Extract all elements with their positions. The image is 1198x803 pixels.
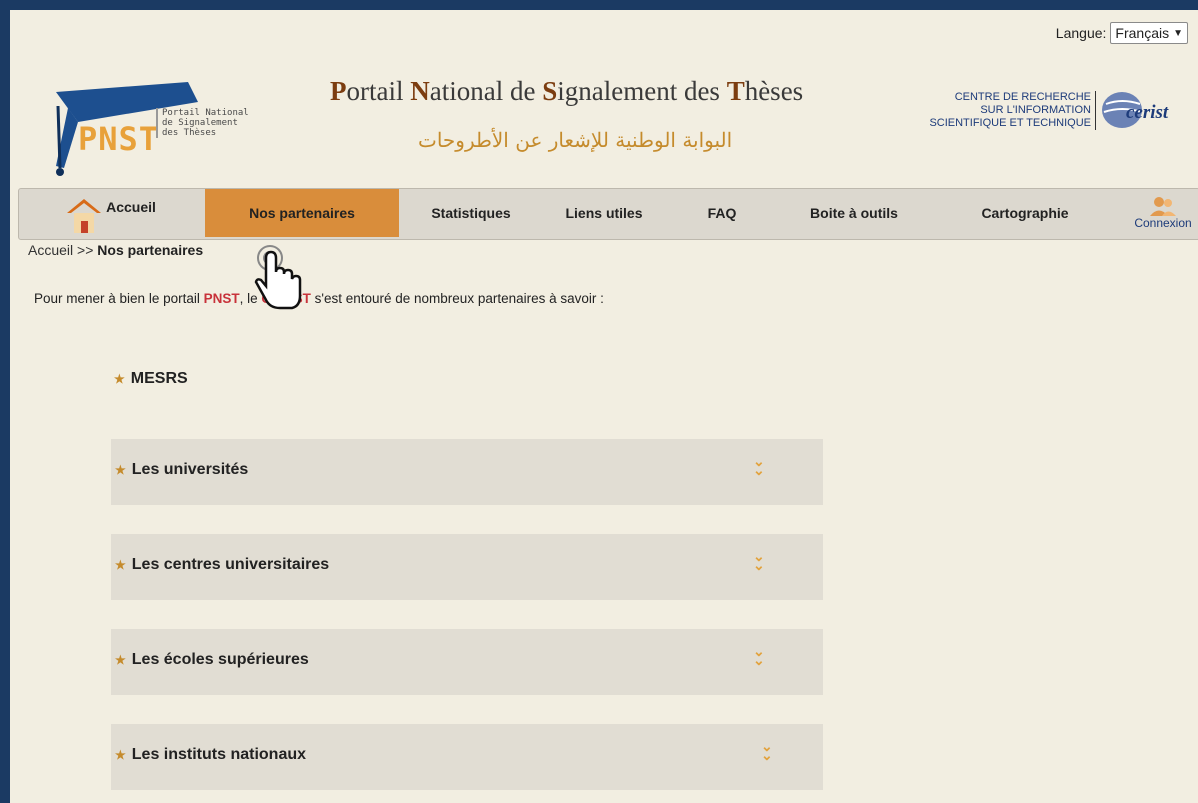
title-part-1: ortail [346,76,411,106]
cerist-logo[interactable]: CENTRE DE RECHERCHE SUR L'INFORMATION SC… [929,90,1180,130]
nav-label-cartographie: Cartographie [981,205,1069,221]
connexion-label: Connexion [1134,216,1192,230]
section-label: ★ Les universités [115,461,248,479]
pnst-logo[interactable]: PNST Portail National de Signalement des… [38,68,268,178]
nav-item-cartographie[interactable]: Cartographie [951,189,1099,237]
title-part-4: hèses [744,76,804,106]
section-label: ★ Les écoles supérieures [115,651,309,669]
partner-section-universites[interactable]: ★ Les universités ⌄ ⌄ [111,439,823,505]
expand-icon[interactable]: ⌄ ⌄ [753,454,765,477]
cerist-name: CENTRE DE RECHERCHE SUR L'INFORMATION SC… [929,90,1096,130]
title-part-2: ational de [429,76,543,106]
section-label-text: Les écoles supérieures [131,651,309,668]
star-icon: ★ [115,748,126,762]
cerist-line-1: CENTRE DE RECHERCHE [954,90,1091,103]
nav-item-liens-utiles[interactable]: Liens utiles [539,189,669,237]
expand-icon[interactable]: ⌄ ⌄ [761,739,773,762]
logo-subtitle: Portail National de Signalement des Thès… [156,108,249,138]
partner-section-instituts-nationaux[interactable]: ★ Les instituts nationaux ⌄ ⌄ [111,724,823,790]
partner-section-ecoles-superieures[interactable]: ★ Les écoles supérieures ⌄ ⌄ [111,629,823,695]
nav-item-boite-a-outils[interactable]: Boite à outils [779,189,929,237]
chevron-down-icon: ▼ [1173,27,1183,39]
logo-sub-line-3: des Thèses [162,128,217,138]
cerist-emblem: cerist [1100,90,1180,130]
title-cap-1: P [330,76,347,106]
intro-pre: Pour mener à bien le portail [34,291,204,306]
nav-item-faq[interactable]: FAQ [687,189,757,237]
title-cap-2: N [410,76,430,106]
page: Langue: Français ▼ PNST Portail National… [10,10,1198,803]
section-label-text: Les centres universitaires [131,556,330,573]
nav-label-statistiques: Statistiques [431,205,511,221]
star-icon: ★ [114,372,125,386]
title-part-3: ignalement des [557,76,727,106]
logo-sub-line-2: de Signalement [162,118,238,128]
language-dropdown[interactable]: Français ▼ [1110,22,1188,44]
language-value: Français [1115,25,1170,41]
connexion-button[interactable]: Connexion [1127,189,1198,237]
section-label-text: Les universités [131,461,249,478]
section-label: ★ Les instituts nationaux [115,746,306,764]
nav-label-faq: FAQ [707,205,737,221]
breadcrumb-separator: >> [77,242,94,258]
nav-item-accueil[interactable]: Accueil [19,189,203,237]
nav-label-nos-partenaires: Nos partenaires [249,205,355,221]
hand-cursor-icon [254,245,302,310]
section-label-text: Les instituts nationaux [131,746,307,763]
cerist-line-2: SUR L'INFORMATION [980,103,1091,116]
title-cap-3: S [542,76,558,106]
users-icon [1150,197,1176,216]
cerist-wordmark: cerist [1126,102,1169,123]
breadcrumb-home-link[interactable]: Accueil [28,242,73,258]
main-nav: Accueil Nos partenaires Statistiques Lie… [18,188,1198,240]
nav-item-statistiques[interactable]: Statistiques [411,189,531,237]
logo-sub-line-1: Portail National [162,108,249,118]
partner-mesrs[interactable]: ★ MESRS [114,370,188,388]
breadcrumb-current: Nos partenaires [97,242,204,258]
partner-section-centres-universitaires[interactable]: ★ Les centres universitaires ⌄ ⌄ [111,534,823,600]
nav-item-nos-partenaires[interactable]: Nos partenaires [205,189,399,237]
nav-label-liens-utiles: Liens utiles [565,205,643,221]
nav-label-boite-a-outils: Boite à outils [810,205,898,221]
expand-icon[interactable]: ⌄ ⌄ [753,549,765,572]
expand-icon[interactable]: ⌄ ⌄ [753,644,765,667]
home-icon [67,199,101,233]
star-icon: ★ [115,653,126,667]
nav-label-accueil: Accueil [106,199,156,215]
star-icon: ★ [115,558,126,572]
section-label: ★ Les centres universitaires [115,556,329,574]
language-selector: Langue: Français ▼ [1056,22,1188,44]
partner-mesrs-label: MESRS [130,370,188,387]
logo-pnst-text: PNST [78,120,160,158]
breadcrumb: Accueil >> Nos partenaires [28,242,203,258]
intro-post: s'est entouré de nombreux partenaires à … [310,291,604,306]
star-icon: ★ [115,463,126,477]
title-cap-4: T [726,76,745,106]
language-label: Langue: [1055,25,1107,41]
cerist-line-3: SCIENTIFIQUE ET TECHNIQUE [929,116,1091,129]
site-title: Portail National de Signalement des Thès… [330,76,803,107]
site-title-arabic: البوابة الوطنية للإشعار عن الأطروحات [418,128,733,152]
intro-pnst: PNST [203,291,240,306]
intro-text: Pour mener à bien le portail PNST, le CE… [34,291,604,306]
